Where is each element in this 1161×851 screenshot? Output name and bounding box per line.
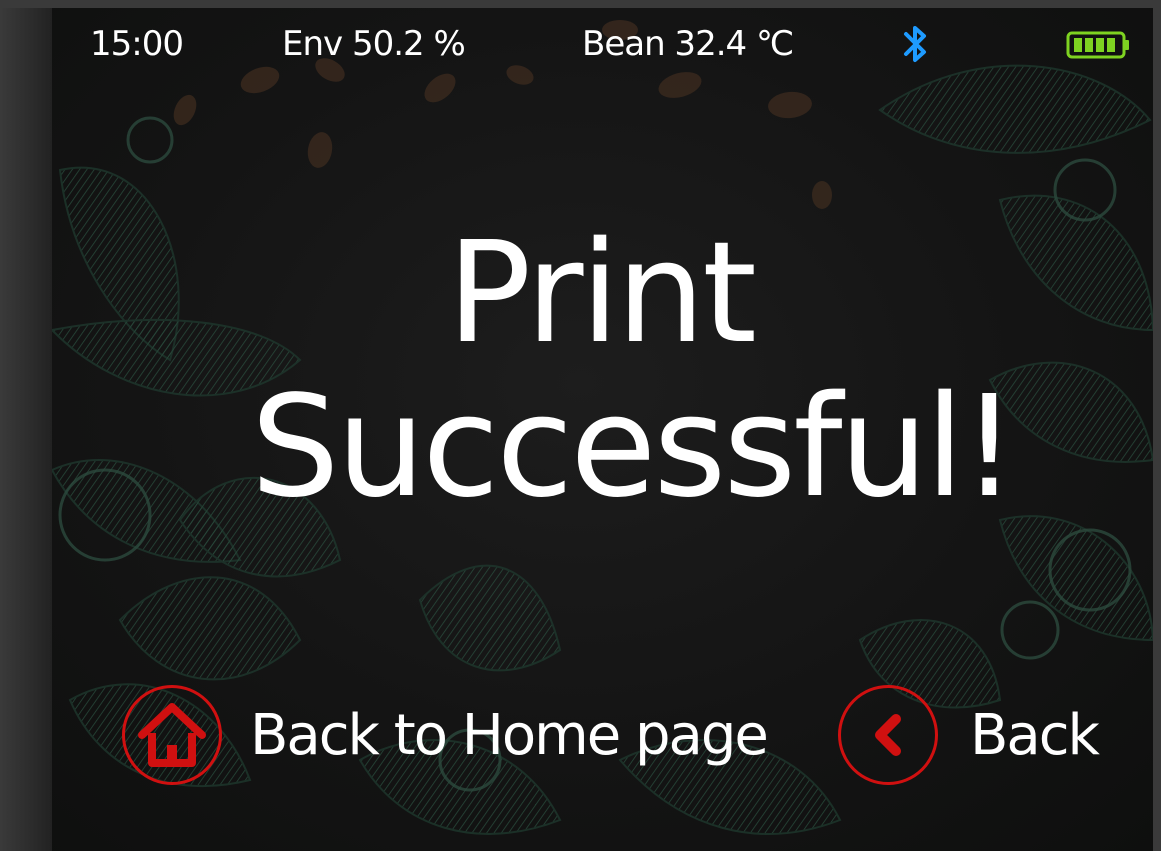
back-icon-circle xyxy=(838,685,938,785)
home-icon xyxy=(138,703,206,767)
bean-temperature: Bean 32.4 ℃ xyxy=(582,24,794,64)
chevron-left-icon xyxy=(875,714,901,756)
back-button[interactable]: Back xyxy=(838,685,1100,785)
bluetooth-icon xyxy=(904,26,926,62)
device-bezel-left xyxy=(0,0,52,851)
device-screen: 15:00 Env 50.2 % Bean 32.4 ℃ Print Succe… xyxy=(0,0,1161,851)
env-humidity: Env 50.2 % xyxy=(282,24,466,64)
back-label: Back xyxy=(970,702,1100,768)
back-to-home-label: Back to Home page xyxy=(250,702,769,768)
home-icon-circle xyxy=(122,685,222,785)
back-to-home-button[interactable]: Back to Home page xyxy=(122,685,769,785)
status-bar: 15:00 Env 50.2 % Bean 32.4 ℃ xyxy=(0,0,1161,90)
result-title-line1: Print xyxy=(446,212,757,375)
battery-full-icon xyxy=(1066,31,1129,59)
clock: 15:00 xyxy=(90,24,184,64)
result-title-line2: Successful! xyxy=(250,366,1018,529)
